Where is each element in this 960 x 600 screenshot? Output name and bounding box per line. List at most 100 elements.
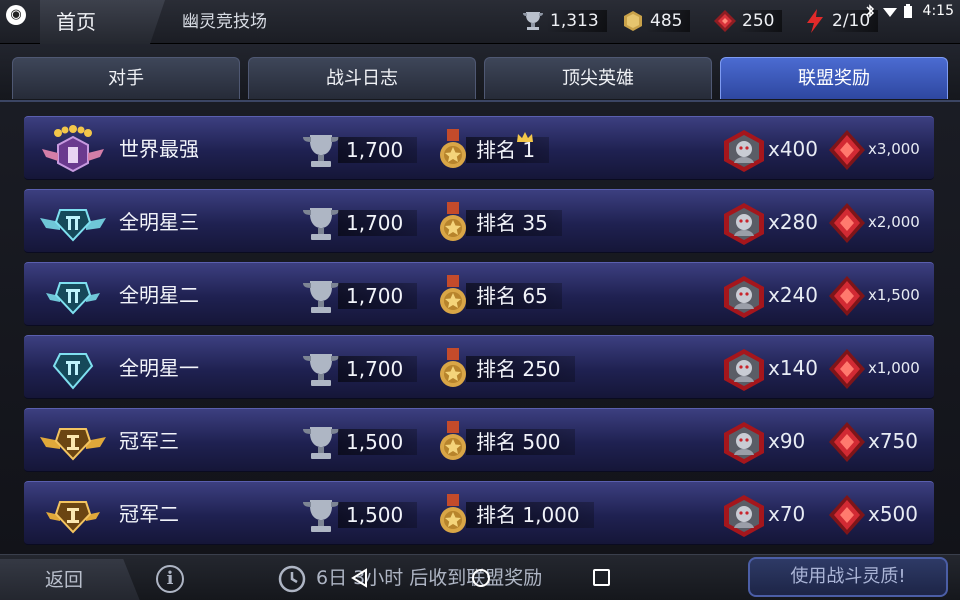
page-title: 幽灵竞技场 bbox=[182, 12, 267, 32]
red-cube-icon bbox=[828, 202, 866, 244]
tier-name: 全明星三 bbox=[119, 210, 199, 234]
reward-tier-row[interactable]: 冠军二 1,500 排名 1,000 x70 x500 bbox=[24, 481, 934, 545]
trophy-icon bbox=[300, 348, 342, 390]
android-back-icon[interactable] bbox=[350, 568, 368, 588]
rank-requirement: 排名 500 bbox=[466, 429, 575, 455]
red-cube-icon bbox=[828, 421, 866, 463]
hero-crystal-icon bbox=[722, 202, 766, 246]
home-button[interactable]: 首页 bbox=[40, 0, 165, 44]
rank-requirement: 排名 250 bbox=[466, 356, 575, 382]
medal-icon bbox=[438, 275, 468, 317]
reward-cube-amount: x3,000 bbox=[868, 140, 920, 158]
reward-tier-row[interactable]: 全明星二 1,700 排名 65 x240 x1,500 bbox=[24, 262, 934, 326]
red-cube-icon bbox=[828, 129, 866, 171]
reward-hero-amount: x240 bbox=[768, 283, 819, 307]
crown-icon bbox=[517, 127, 533, 142]
reward-tier-row[interactable]: 冠军三 1,500 排名 500 x90 x750 bbox=[24, 408, 934, 472]
gold-count: 485 bbox=[646, 10, 691, 32]
tier-name: 全明星一 bbox=[119, 356, 199, 380]
hero-crystal-icon bbox=[722, 494, 766, 538]
league-badge-icon bbox=[38, 123, 108, 175]
status-time: 4:15 bbox=[922, 3, 954, 19]
rank-requirement: 排名 65 bbox=[466, 283, 562, 309]
reward-cube-amount: x750 bbox=[868, 429, 919, 453]
tier-name: 世界最强 bbox=[119, 137, 199, 161]
reward-hero-amount: x140 bbox=[768, 356, 819, 380]
app-notification-icon: ◉ bbox=[6, 5, 26, 25]
reward-hero-amount: x400 bbox=[768, 137, 819, 161]
tier-name: 冠军三 bbox=[119, 429, 179, 453]
reward-cube-amount: x2,000 bbox=[868, 213, 920, 231]
top-bar: ◉ 首页 幽灵竞技场 1,313 485 250 2/10 4:15 bbox=[0, 0, 960, 44]
tab-opponents[interactable]: 对手 bbox=[12, 57, 240, 99]
reward-hero-amount: x70 bbox=[768, 502, 806, 526]
reward-tier-row[interactable]: 全明星三 1,700 排名 35 x280 x2,000 bbox=[24, 189, 934, 253]
reward-hero-amount: x90 bbox=[768, 429, 806, 453]
trophy-count: 1,313 bbox=[546, 10, 607, 32]
rank-requirement: 排名 1,000 bbox=[466, 502, 594, 528]
energy-icon bbox=[802, 8, 828, 34]
trophy-requirement: 1,500 bbox=[338, 502, 418, 528]
trophy-requirement: 1,700 bbox=[338, 356, 418, 382]
cube-icon bbox=[712, 8, 738, 34]
tier-name: 冠军二 bbox=[119, 502, 179, 526]
back-button[interactable]: 返回 bbox=[0, 559, 140, 600]
league-badge-icon bbox=[38, 488, 108, 540]
reward-hero-amount: x280 bbox=[768, 210, 819, 234]
league-badge-icon bbox=[38, 269, 108, 321]
hero-crystal-icon bbox=[722, 348, 766, 392]
reward-tier-row[interactable]: 全明星一 1,700 排名 250 x140 x1,000 bbox=[24, 335, 934, 399]
trophy-requirement: 1,700 bbox=[338, 283, 418, 309]
tab-bar: 对手 战斗日志 顶尖英雄 联盟奖励 bbox=[0, 44, 960, 102]
hero-crystal-icon bbox=[722, 421, 766, 465]
league-reward-list[interactable]: 世界最强 1,700 排名 1 x400 x3,000 全明星三 1,700 排名 35 x28… bbox=[0, 102, 960, 554]
rank-requirement: 排名 1 bbox=[466, 137, 550, 163]
medal-icon bbox=[438, 202, 468, 244]
trophy-icon bbox=[300, 202, 342, 244]
reward-cube-amount: x500 bbox=[868, 502, 919, 526]
red-cube-icon bbox=[828, 348, 866, 390]
trophy-icon bbox=[300, 129, 342, 171]
tab-battle-log[interactable]: 战斗日志 bbox=[248, 57, 476, 99]
red-cube-icon bbox=[828, 275, 866, 317]
trophy-icon bbox=[300, 421, 342, 463]
medal-icon bbox=[438, 421, 468, 463]
bluetooth-icon bbox=[863, 4, 877, 18]
medal-icon bbox=[438, 129, 468, 171]
tier-name: 全明星二 bbox=[119, 283, 199, 307]
trophy-icon bbox=[520, 8, 546, 34]
android-recents-icon[interactable] bbox=[593, 569, 610, 586]
reward-cube-amount: x1,000 bbox=[868, 359, 920, 377]
league-badge-icon bbox=[38, 415, 108, 467]
gold-counter[interactable]: 485 bbox=[620, 8, 691, 34]
trophy-counter: 1,313 bbox=[520, 8, 607, 34]
trophy-icon bbox=[300, 494, 342, 536]
android-home-icon[interactable] bbox=[471, 568, 491, 588]
trophy-requirement: 1,700 bbox=[338, 210, 418, 236]
tab-league-rewards[interactable]: 联盟奖励 bbox=[720, 57, 948, 99]
info-icon[interactable]: i bbox=[156, 565, 184, 593]
wifi-icon bbox=[882, 4, 897, 18]
system-status-bar: 4:15 bbox=[863, 3, 954, 19]
bottom-bar: 返回 i 6日 3小时 后收到联盟奖励 使用战斗灵质! bbox=[0, 554, 960, 600]
league-badge-icon bbox=[38, 196, 108, 248]
cube-counter[interactable]: 250 bbox=[712, 8, 783, 34]
league-badge-icon bbox=[38, 342, 108, 394]
cube-count: 250 bbox=[738, 10, 783, 32]
rank-requirement: 排名 35 bbox=[466, 210, 562, 236]
red-cube-icon bbox=[828, 494, 866, 536]
use-battle-essence-button[interactable]: 使用战斗灵质! bbox=[748, 557, 948, 597]
trophy-requirement: 1,700 bbox=[338, 137, 418, 163]
tab-top-heroes[interactable]: 顶尖英雄 bbox=[484, 57, 712, 99]
clock-icon bbox=[278, 565, 306, 593]
medal-icon bbox=[438, 348, 468, 390]
hero-crystal-icon bbox=[722, 129, 766, 173]
medal-icon bbox=[438, 494, 468, 536]
trophy-requirement: 1,500 bbox=[338, 429, 418, 455]
hero-crystal-icon bbox=[722, 275, 766, 319]
reward-cube-amount: x1,500 bbox=[868, 286, 920, 304]
battery-icon bbox=[903, 4, 917, 18]
gold-icon bbox=[620, 8, 646, 34]
trophy-icon bbox=[300, 275, 342, 317]
reward-tier-row[interactable]: 世界最强 1,700 排名 1 x400 x3,000 bbox=[24, 116, 934, 180]
